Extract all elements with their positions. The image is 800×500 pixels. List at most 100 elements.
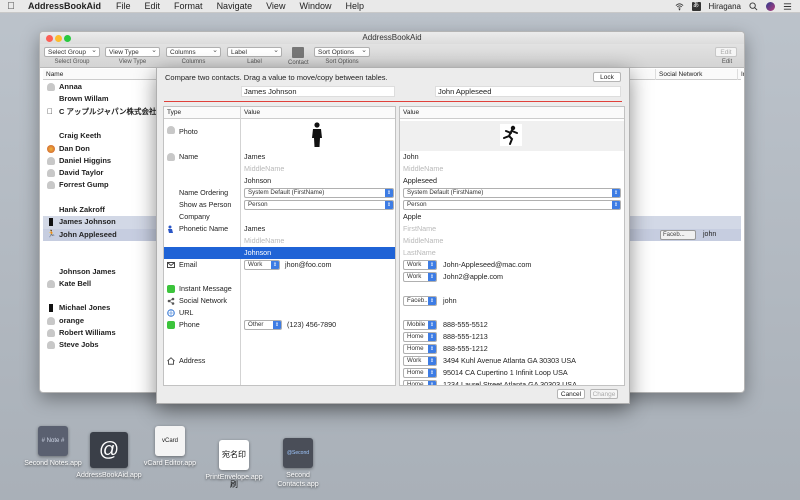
right-last-name[interactable]: Appleseed [403,175,437,187]
desktop-icon[interactable]: @ AddressBookAid.app [72,432,146,480]
app-tile-icon[interactable]: 宛名印刷 [219,440,249,489]
right-phonetic-middle-placeholder[interactable]: MiddleName [403,235,443,247]
right-phonetic-middle-row[interactable]: MiddleName [400,235,624,247]
right-phone-row-label-popup[interactable]: Home ⇕ [403,344,437,354]
contact-control[interactable]: Contact [288,47,309,66]
right-phone-row-label-popup[interactable]: Mobile ⇕ [403,320,437,330]
right-phone-row-value[interactable]: 888-555-5512 [443,319,488,331]
column-header-partial[interactable]: Ir [737,69,744,80]
left-name-middle-row[interactable]: MiddleName [164,163,395,175]
notification-center-icon[interactable] [783,2,792,11]
input-source-icon[interactable]: あ [691,1,701,11]
right-photo-row[interactable] [400,121,624,151]
view-type-popup[interactable]: View Type [105,46,160,57]
app-tile-icon[interactable]: @Second [283,438,313,468]
right-address-row-label-popup[interactable]: Work ⇕ [403,356,437,366]
right-phone-row[interactable]: Home ⇕ 888-555-1212 [400,343,624,355]
left-col-value-header[interactable]: Value [241,107,260,119]
right-address-row-label-popup[interactable]: Home ⇕ [403,380,437,385]
right-name-first-row[interactable]: John [400,151,624,163]
right-middle-name-placeholder[interactable]: MiddleName [403,163,443,175]
left-phonetic-last[interactable]: Johnson [244,247,271,259]
desktop-icon[interactable]: 宛名印刷 PrintEnvelope.app [200,440,268,489]
right-name-last-row[interactable]: Appleseed [400,175,624,187]
right-phone-row-value[interactable]: 888-555-1213 [443,331,488,343]
left-col-type-header[interactable]: Type [164,107,181,119]
column-header-social-network[interactable]: Social Network [655,69,739,80]
desktop-icon[interactable]: vCard vCard Editor.app [138,426,202,468]
left-im-row[interactable]: Instant Message [164,283,395,295]
right-phonetic-last-row[interactable]: LastName [400,247,624,259]
right-phone-row[interactable]: Home ⇕ 888-555-1213 [400,331,624,343]
left-name-first-row[interactable]: Name James [164,151,395,163]
left-name-last-row[interactable]: Johnson [164,175,395,187]
right-col-value-header[interactable]: Value [400,107,419,119]
right-social-row-label-popup[interactable]: Faceb... ⇕ [403,296,437,306]
right-address-row[interactable]: Work ⇕ 3494 Kuhl Avenue Atlanta GA 30303 U… [400,355,624,367]
menu-navigate[interactable]: Navigate [210,1,260,11]
left-phonetic-last-row[interactable]: Johnson [164,247,395,260]
right-address-row-label-popup[interactable]: Home ⇕ [403,368,437,378]
right-address-row-value[interactable]: 95014 CA Cupertino 1 Infinit Loop USA [443,367,568,379]
left-phonetic-middle-placeholder[interactable]: MiddleName [244,235,284,247]
right-phonetic-first-placeholder[interactable]: FirstName [403,223,436,235]
right-phone-row-label-popup[interactable]: Home ⇕ [403,332,437,342]
left-phone-value[interactable]: (123) 456-7890 [287,319,336,331]
right-email-row-label-popup[interactable]: Work ⇕ [403,260,437,270]
lock-button[interactable]: Lock [593,72,621,82]
right-phone-row[interactable]: Mobile ⇕ 888-555-5512 [400,319,624,331]
app-tile-icon[interactable]: @ [90,432,128,468]
sort-options-popup[interactable]: Sort Options [314,46,370,57]
right-social-row[interactable]: Faceb... ⇕ john [400,295,624,307]
right-phone-row-value[interactable]: 888-555-1212 [443,343,488,355]
left-last-name[interactable]: Johnson [244,175,271,187]
right-first-name[interactable]: John [403,151,419,163]
cancel-button[interactable]: Cancel [557,389,585,399]
spotlight-search-icon[interactable] [749,1,758,11]
right-phonetic-last-placeholder[interactable]: LastName [403,247,436,259]
left-first-name[interactable]: James [244,151,265,163]
right-company-row[interactable]: Apple [400,211,624,223]
left-phonetic-middle-row[interactable]: MiddleName [164,235,395,247]
edit-button[interactable]: Edit [715,47,737,57]
columns-popup[interactable]: Columns [166,46,221,57]
menu-format[interactable]: Format [167,1,210,11]
left-photo-row[interactable]: Photo [164,121,395,151]
menu-help[interactable]: Help [338,1,371,11]
right-email-row[interactable]: Work ⇕ John2@apple.com [400,271,624,283]
contact-icon[interactable] [292,47,304,58]
right-phonetic-first-row[interactable]: FirstName [400,223,624,235]
right-email-row[interactable]: Work ⇕ John-Appleseed@mac.com [400,259,624,271]
left-social-row[interactable]: Social Network [164,295,395,307]
silhouette-photo-icon[interactable] [311,122,323,148]
menu-file[interactable]: File [109,1,138,11]
left-name-ordering-popup[interactable]: System Default (FirstName) ⇕ [244,188,394,198]
left-email-row[interactable]: Email Work ⇕ jhon@foo.com [164,259,395,271]
left-phone-row[interactable]: Phone Other ⇕ (123) 456-7890 [164,319,395,331]
right-address-row-value[interactable]: 1234 Laurel Street Atlanta GA 30303 USA [443,379,577,385]
left-company-row[interactable]: Company [164,211,395,223]
wifi-icon[interactable] [675,2,684,11]
right-name-ordering-popup[interactable]: System Default (FirstName) ⇕ [403,188,621,198]
desktop-icon[interactable]: @Second Second Contacts.app [268,438,328,489]
right-name-middle-row[interactable]: MiddleName [400,163,624,175]
right-address-row[interactable]: Home ⇕ 95014 CA Cupertino 1 Infinit Loop U… [400,367,624,379]
right-address-row[interactable]: Home ⇕ 1234 Laurel Street Atlanta GA 30303… [400,379,624,385]
left-show-as-popup[interactable]: Person ⇕ [244,200,394,210]
apple-menu-icon[interactable]:  [0,1,22,12]
app-tile-icon[interactable]: vCard [155,426,185,456]
menu-window[interactable]: Window [292,1,338,11]
right-email-row-value[interactable]: John2@apple.com [443,271,503,283]
column-header-name[interactable]: Name [43,69,63,80]
input-source-label[interactable]: Hiragana [709,2,741,11]
right-social-row-value[interactable]: john [443,295,457,307]
left-phonetic-first[interactable]: James [244,223,265,235]
siri-icon[interactable] [766,1,775,11]
zoom-window-button[interactable] [64,35,71,42]
left-url-row[interactable]: URL [164,307,395,319]
menu-edit[interactable]: Edit [138,1,168,11]
left-email-label-popup[interactable]: Work ⇕ [244,260,280,270]
right-show-as-popup[interactable]: Person ⇕ [403,200,621,210]
runner-photo-icon[interactable] [500,124,522,146]
right-company[interactable]: Apple [403,211,421,223]
